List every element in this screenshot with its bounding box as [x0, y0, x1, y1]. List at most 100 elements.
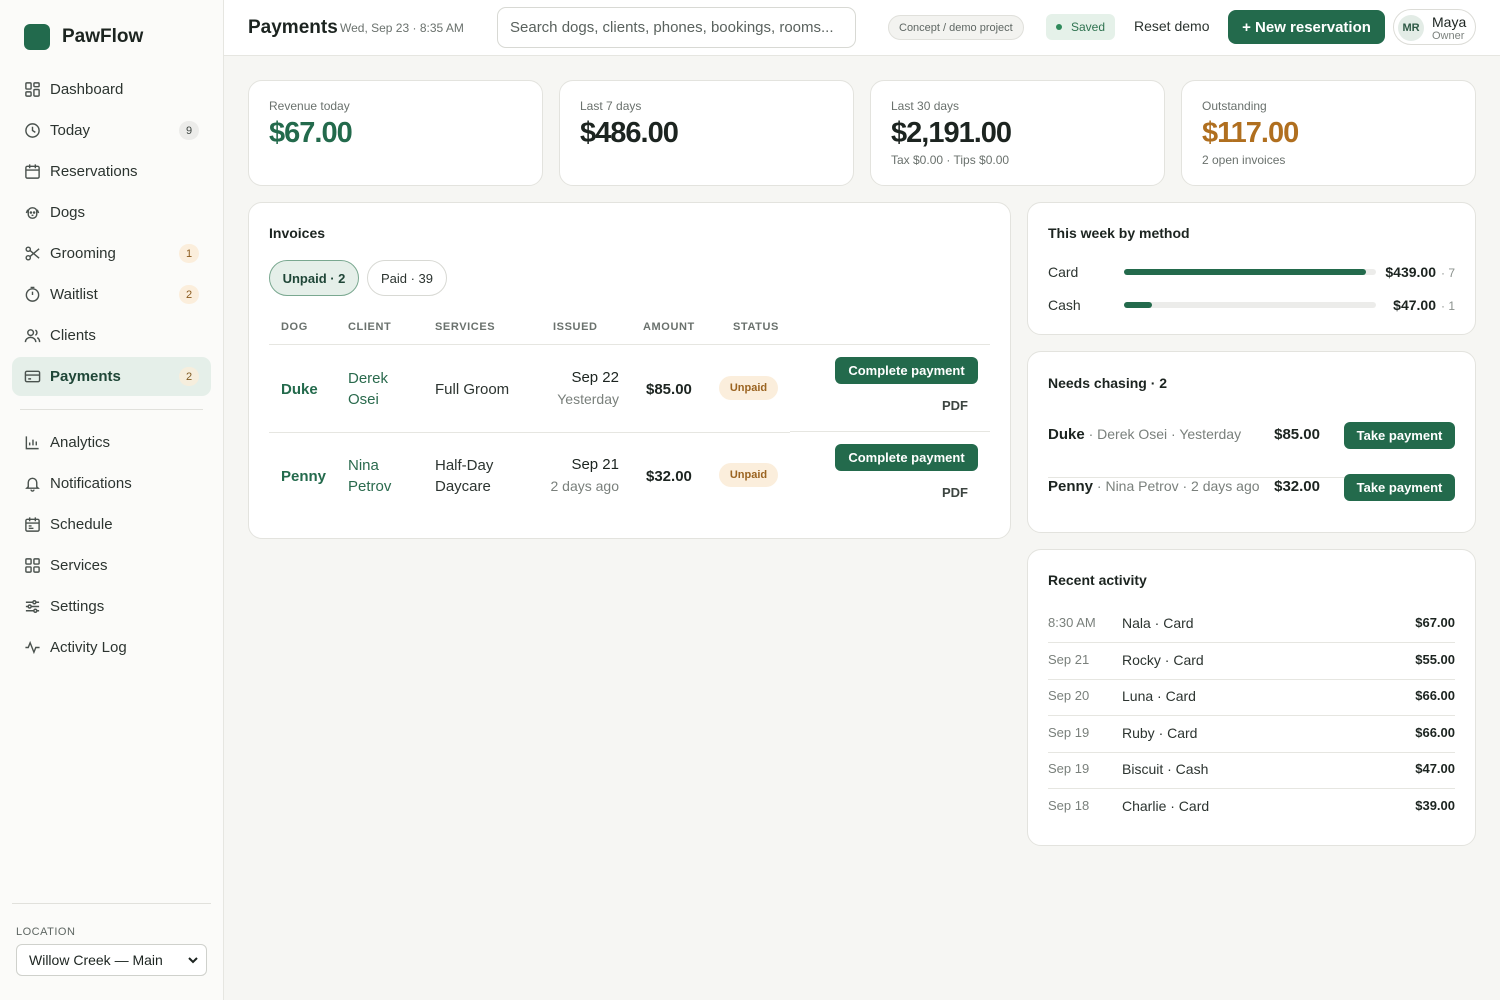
sidebar-item-label: Dogs [50, 204, 86, 221]
list-item[interactable]: Sep 19 Ruby · Card $66.00 [1048, 717, 1455, 753]
needs-chasing-card: Needs chasing · 2 Duke · Derek Osei · Ye… [1027, 351, 1476, 533]
by-method-title: This week by method [1048, 225, 1190, 241]
row-client-first[interactable]: Derek [348, 368, 388, 389]
activity-amount: $55.00 [1415, 652, 1455, 667]
tab-unpaid[interactable]: Unpaid · 2 [269, 260, 359, 296]
sidebar-item-payments[interactable]: Payments 2 [12, 357, 211, 396]
pawflow-logo-icon [24, 24, 50, 50]
take-payment-button[interactable]: Take payment [1344, 422, 1455, 449]
stat-value: $2,191.00 [891, 117, 1012, 149]
chase-amount: $85.00 [1274, 426, 1320, 443]
list-item[interactable]: Sep 19 Biscuit · Cash $47.00 [1048, 753, 1455, 789]
sidebar-item-label: Payments [50, 368, 121, 385]
list-item[interactable]: Sep 18 Charlie · Card $39.00 [1048, 790, 1455, 826]
complete-payment-button[interactable]: Complete payment [835, 357, 978, 384]
column-header-dog: DOG [281, 321, 308, 333]
sidebar-item-label: Analytics [50, 434, 111, 451]
method-label: Card [1048, 264, 1079, 280]
row-issued-date: Sep 22 [571, 369, 619, 386]
bar-chart-icon [24, 434, 41, 451]
location-select[interactable]: Willow Creek — Main [16, 944, 207, 976]
sidebar-divider [20, 409, 203, 410]
stat-card-outstanding: Outstanding $117.00 2 open invoices [1181, 80, 1476, 186]
stat-sub: 2 open invoices [1202, 153, 1286, 167]
count-badge: 2 [179, 285, 199, 304]
chase-row: Duke · Derek Osei · Yesterday $85.00 Tak… [1048, 422, 1455, 478]
activity-time: Sep 18 [1048, 798, 1090, 813]
stat-label: Outstanding [1202, 99, 1267, 113]
page-title: Payments [248, 17, 338, 38]
sidebar-item-label: Services [50, 557, 108, 574]
sidebar: PawFlow Dashboard Today 9 Reservations D… [0, 0, 224, 1000]
activity-desc: Luna · Card [1122, 688, 1196, 704]
sidebar-item-analytics[interactable]: Analytics [12, 423, 211, 462]
column-header-amount: AMOUNT [643, 321, 695, 333]
brand[interactable]: PawFlow [24, 24, 143, 50]
sidebar-item-activity-log[interactable]: Activity Log [12, 628, 211, 667]
pdf-link[interactable]: PDF [942, 398, 968, 413]
stat-card-last-7-days: Last 7 days $486.00 [559, 80, 854, 186]
dog-icon [24, 204, 41, 221]
sidebar-item-label: Reservations [50, 163, 138, 180]
schedule-icon [24, 516, 41, 533]
activity-amount: $39.00 [1415, 798, 1455, 813]
row-dog[interactable]: Penny [281, 466, 326, 487]
demo-badge: Concept / demo project [888, 15, 1024, 40]
activity-desc: Biscuit · Cash [1122, 761, 1209, 777]
new-reservation-button[interactable]: + New reservation [1228, 10, 1385, 44]
activity-time: 8:30 AM [1048, 615, 1096, 630]
sidebar-item-grooming[interactable]: Grooming 1 [12, 234, 211, 273]
pdf-link[interactable]: PDF [942, 485, 968, 500]
sidebar-item-schedule[interactable]: Schedule [12, 505, 211, 544]
row-client-last[interactable]: Osei [348, 389, 379, 410]
activity-desc: Charlie · Card [1122, 798, 1210, 814]
sidebar-item-dogs[interactable]: Dogs [12, 193, 211, 232]
activity-desc: Rocky · Card [1122, 652, 1204, 668]
page-date: Wed, Sep 23 · 8:35 AM [340, 21, 464, 35]
grid-icon [24, 557, 41, 574]
needs-chasing-title: Needs chasing · 2 [1048, 375, 1168, 391]
take-payment-button[interactable]: Take payment [1344, 474, 1455, 501]
sidebar-item-settings[interactable]: Settings [12, 587, 211, 626]
activity-time: Sep 19 [1048, 761, 1090, 776]
stat-label: Last 7 days [580, 99, 642, 113]
list-item[interactable]: Sep 20 Luna · Card $66.00 [1048, 680, 1455, 716]
user-menu[interactable]: MR Maya Owner [1393, 9, 1476, 45]
row-divider [790, 431, 990, 432]
sidebar-item-label: Activity Log [50, 639, 127, 656]
sidebar-item-dashboard[interactable]: Dashboard [12, 70, 211, 109]
method-bar-track [1124, 269, 1376, 275]
sidebar-item-notifications[interactable]: Notifications [12, 464, 211, 503]
activity-amount: $67.00 [1415, 615, 1455, 630]
row-service-line2: Daycare [435, 478, 491, 495]
top-bar: Payments Wed, Sep 23 · 8:35 AM Concept /… [224, 0, 1500, 56]
stat-sub: Tax $0.00 · Tips $0.00 [891, 153, 1010, 167]
method-bar-fill [1124, 302, 1152, 308]
row-client-first[interactable]: Nina [348, 455, 379, 476]
sidebar-item-label: Notifications [50, 475, 132, 492]
sidebar-item-waitlist[interactable]: Waitlist 2 [12, 275, 211, 314]
list-item[interactable]: 8:30 AM Nala · Card $67.00 [1048, 607, 1455, 643]
sliders-icon [24, 598, 41, 615]
stat-value: $486.00 [580, 117, 679, 149]
row-client-last[interactable]: Petrov [348, 476, 391, 497]
row-divider [269, 432, 790, 433]
stat-value: $67.00 [269, 117, 353, 149]
status-badge: Unpaid [719, 463, 778, 487]
stat-label: Revenue today [269, 99, 350, 113]
tab-paid[interactable]: Paid · 39 [367, 260, 447, 296]
sidebar-item-reservations[interactable]: Reservations [12, 152, 211, 191]
reset-demo-button[interactable]: Reset demo [1134, 18, 1209, 34]
recent-activity-card: Recent activity 8:30 AM Nala · Card $67.… [1027, 549, 1476, 846]
complete-payment-button[interactable]: Complete payment [835, 444, 978, 471]
sidebar-item-today[interactable]: Today 9 [12, 111, 211, 150]
sidebar-item-clients[interactable]: Clients [12, 316, 211, 355]
sidebar-item-services[interactable]: Services [12, 546, 211, 585]
row-dog[interactable]: Duke [281, 379, 318, 400]
sidebar-item-label: Today [50, 122, 91, 139]
list-item[interactable]: Sep 21 Rocky · Card $55.00 [1048, 644, 1455, 680]
search-input[interactable] [497, 7, 856, 48]
count-badge: 9 [179, 121, 199, 140]
chase-meta: · Nina Petrov · 2 days ago [1093, 478, 1260, 494]
chase-info: Penny · Nina Petrov · 2 days ago [1048, 478, 1260, 496]
